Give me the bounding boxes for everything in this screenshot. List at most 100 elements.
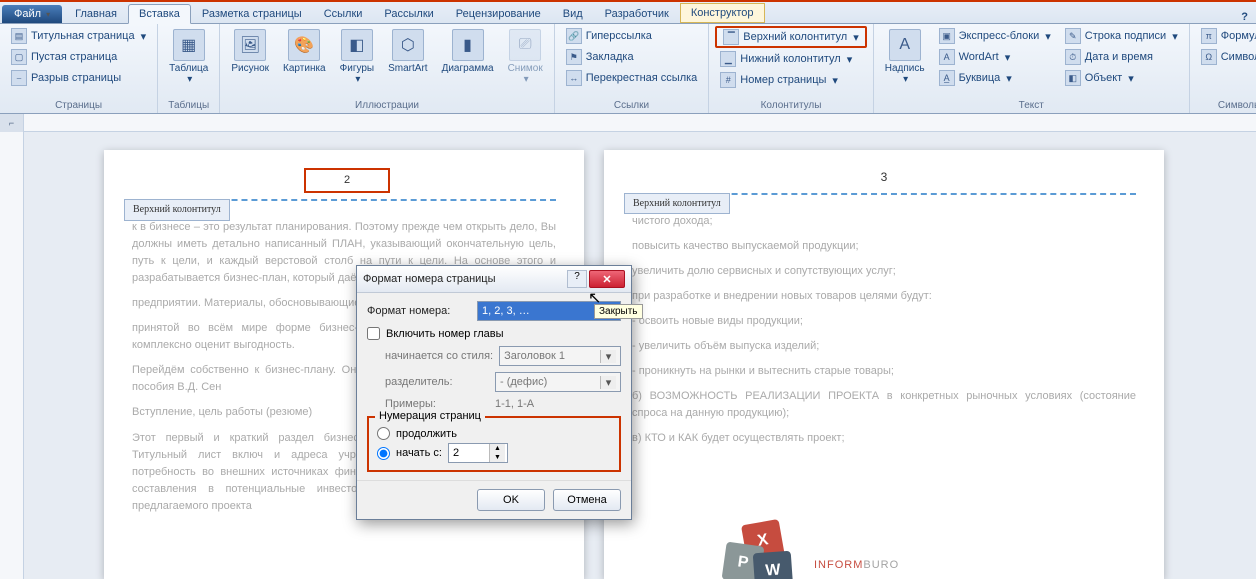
picture-button[interactable]: 🖼Рисунок [226, 26, 274, 77]
shapes-button[interactable]: ◧Фигуры▾ [335, 26, 379, 88]
tab-view[interactable]: Вид [552, 4, 594, 23]
screenshot-button[interactable]: ⎚Снимок▾ [503, 26, 548, 88]
tab-home[interactable]: Главная [64, 4, 128, 23]
start-at-input[interactable] [449, 447, 489, 460]
help-icon[interactable]: ? [1241, 11, 1248, 23]
screenshot-icon: ⎚ [509, 29, 541, 61]
tab-dev[interactable]: Разработчик [594, 4, 680, 23]
wordart-button[interactable]: AWordArt▾ [934, 47, 1056, 67]
quick-icon: ▣ [939, 28, 955, 44]
starts-label: начинается со стиля: [385, 350, 493, 362]
document-page-3[interactable]: 3 Верхний колонтитул чистого дохода; пов… [604, 150, 1164, 579]
wordart-icon: A [939, 49, 955, 65]
chart-button[interactable]: ▮Диаграмма [437, 26, 499, 77]
cancel-button[interactable]: Отмена [553, 489, 621, 511]
tab-insert[interactable]: Вставка [128, 4, 191, 24]
continue-label: продолжить [396, 428, 457, 440]
start-at-spinner[interactable]: ▲▼ [448, 443, 508, 463]
group-sym-label: Символы [1218, 98, 1256, 113]
smartart-button[interactable]: ⬡SmartArt [383, 26, 432, 77]
body-text: - увеличить объём выпуска изделий; [632, 338, 1136, 355]
examples-label: Примеры: [385, 398, 489, 410]
quickparts-button[interactable]: ▣Экспресс-блоки▾ [934, 26, 1056, 46]
clipart-button[interactable]: 🎨Картинка [278, 26, 331, 77]
group-pages-label: Страницы [55, 98, 102, 113]
ribbon: ▤Титульная страница▾ ▢Пустая страница ⎯Р… [0, 24, 1256, 114]
footer-button[interactable]: ▁Нижний колонтитул▾ [715, 49, 866, 69]
group-text-label: Текст [1019, 98, 1044, 113]
bookmark-button[interactable]: ⚑Закладка [561, 47, 703, 67]
tab-file[interactable]: Файл ▾ [2, 5, 62, 23]
obj-icon: ◧ [1065, 70, 1081, 86]
body-text: - освоить новые виды продукции; [632, 313, 1136, 330]
ok-button[interactable]: OK [477, 489, 545, 511]
crossref-button[interactable]: ↔Перекрестная ссылка [561, 68, 703, 88]
datetime-button[interactable]: ⏱Дата и время [1060, 47, 1183, 67]
header-icon: ▔ [723, 29, 739, 45]
date-icon: ⏱ [1065, 49, 1081, 65]
textbox-button[interactable]: AНадпись▾ [880, 26, 930, 88]
include-chapter-label: Включить номер главы [386, 328, 504, 340]
xref-icon: ↔ [566, 70, 582, 86]
hyperlink-button[interactable]: 🔗Гиперссылка [561, 26, 703, 46]
body-text: чистого дохода; [632, 213, 1136, 230]
signature-button[interactable]: ✎Строка подписи▾ [1060, 26, 1183, 46]
vertical-ruler[interactable] [0, 132, 24, 579]
page-break-button[interactable]: ⎯Разрыв страницы [6, 68, 151, 88]
body-text: увеличить долю сервисных и сопутствующих… [632, 263, 1136, 280]
table-icon: ▦ [173, 29, 205, 61]
tab-design[interactable]: Конструктор [680, 3, 765, 23]
bookmark-icon: ⚑ [566, 49, 582, 65]
watermark: XPW INFORMBURO [724, 522, 899, 579]
page-number-3: 3 [632, 168, 1136, 187]
dialog-close-button[interactable]: ✕ [589, 270, 625, 288]
header-tag: Верхний колонтитул [124, 199, 230, 221]
continue-radio[interactable] [377, 427, 390, 440]
clipart-icon: 🎨 [288, 29, 320, 61]
include-chapter-checkbox[interactable] [367, 327, 380, 340]
spin-down-icon[interactable]: ▼ [490, 453, 505, 462]
start-label: начать с: [396, 447, 442, 459]
header-button[interactable]: ▔Верхний колонтитул▾ [715, 26, 866, 48]
equation-button[interactable]: πФормула▾ [1196, 26, 1256, 46]
page-number-button[interactable]: #Номер страницы▾ [715, 70, 866, 90]
sep-combo: - (дефис)▾ [495, 372, 621, 392]
eq-icon: π [1201, 28, 1217, 44]
tab-mail[interactable]: Рассылки [373, 4, 444, 23]
footer-icon: ▁ [720, 51, 736, 67]
horizontal-ruler[interactable] [24, 114, 1256, 131]
symbol-button[interactable]: ΩСимвол▾ [1196, 47, 1256, 67]
ribbon-tabs: Файл ▾ Главная Вставка Разметка страницы… [0, 2, 1256, 24]
table-button[interactable]: ▦Таблица▾ [164, 26, 213, 88]
dialog-help-button[interactable]: ? [567, 270, 587, 288]
body-text: при разработке и внедрении новых товаров… [632, 288, 1136, 305]
body-text: - проникнуть на рынки и вытеснить старые… [632, 363, 1136, 380]
picture-icon: 🖼 [234, 29, 266, 61]
textbox-icon: A [889, 29, 921, 61]
tab-layout[interactable]: Разметка страницы [191, 4, 313, 23]
sym-icon: Ω [1201, 49, 1217, 65]
object-button[interactable]: ◧Объект▾ [1060, 68, 1183, 88]
body-text: в) КТО и КАК будет осуществлять проект; [632, 430, 1136, 447]
chart-icon: ▮ [452, 29, 484, 61]
page-icon: ▤ [11, 28, 27, 44]
dialog-title: Формат номера страницы [363, 273, 567, 285]
blank-icon: ▢ [11, 49, 27, 65]
group-illus-label: Иллюстрации [355, 98, 419, 113]
close-tooltip: Закрыть [594, 304, 643, 319]
start-at-radio[interactable] [377, 447, 390, 460]
blank-page-button[interactable]: ▢Пустая страница [6, 47, 151, 67]
tab-refs[interactable]: Ссылки [313, 4, 374, 23]
title-page-button[interactable]: ▤Титульная страница▾ [6, 26, 151, 46]
page-number-2: 2 [304, 168, 390, 193]
dropcap-icon: A̲ [939, 70, 955, 86]
body-text: б) ВОЗМОЖНОСТЬ РЕАЛИЗАЦИИ ПРОЕКТА в конк… [632, 388, 1136, 422]
body-text: повысить качество выпускаемой продукции; [632, 238, 1136, 255]
group-links-label: Ссылки [614, 98, 649, 113]
dropcap-button[interactable]: A̲Буквица▾ [934, 68, 1056, 88]
tab-review[interactable]: Рецензирование [445, 4, 552, 23]
header-tag: Верхний колонтитул [624, 193, 730, 215]
numbering-fieldset-title: Нумерация страниц [375, 410, 485, 422]
spin-up-icon[interactable]: ▲ [490, 444, 505, 453]
shapes-icon: ◧ [341, 29, 373, 61]
